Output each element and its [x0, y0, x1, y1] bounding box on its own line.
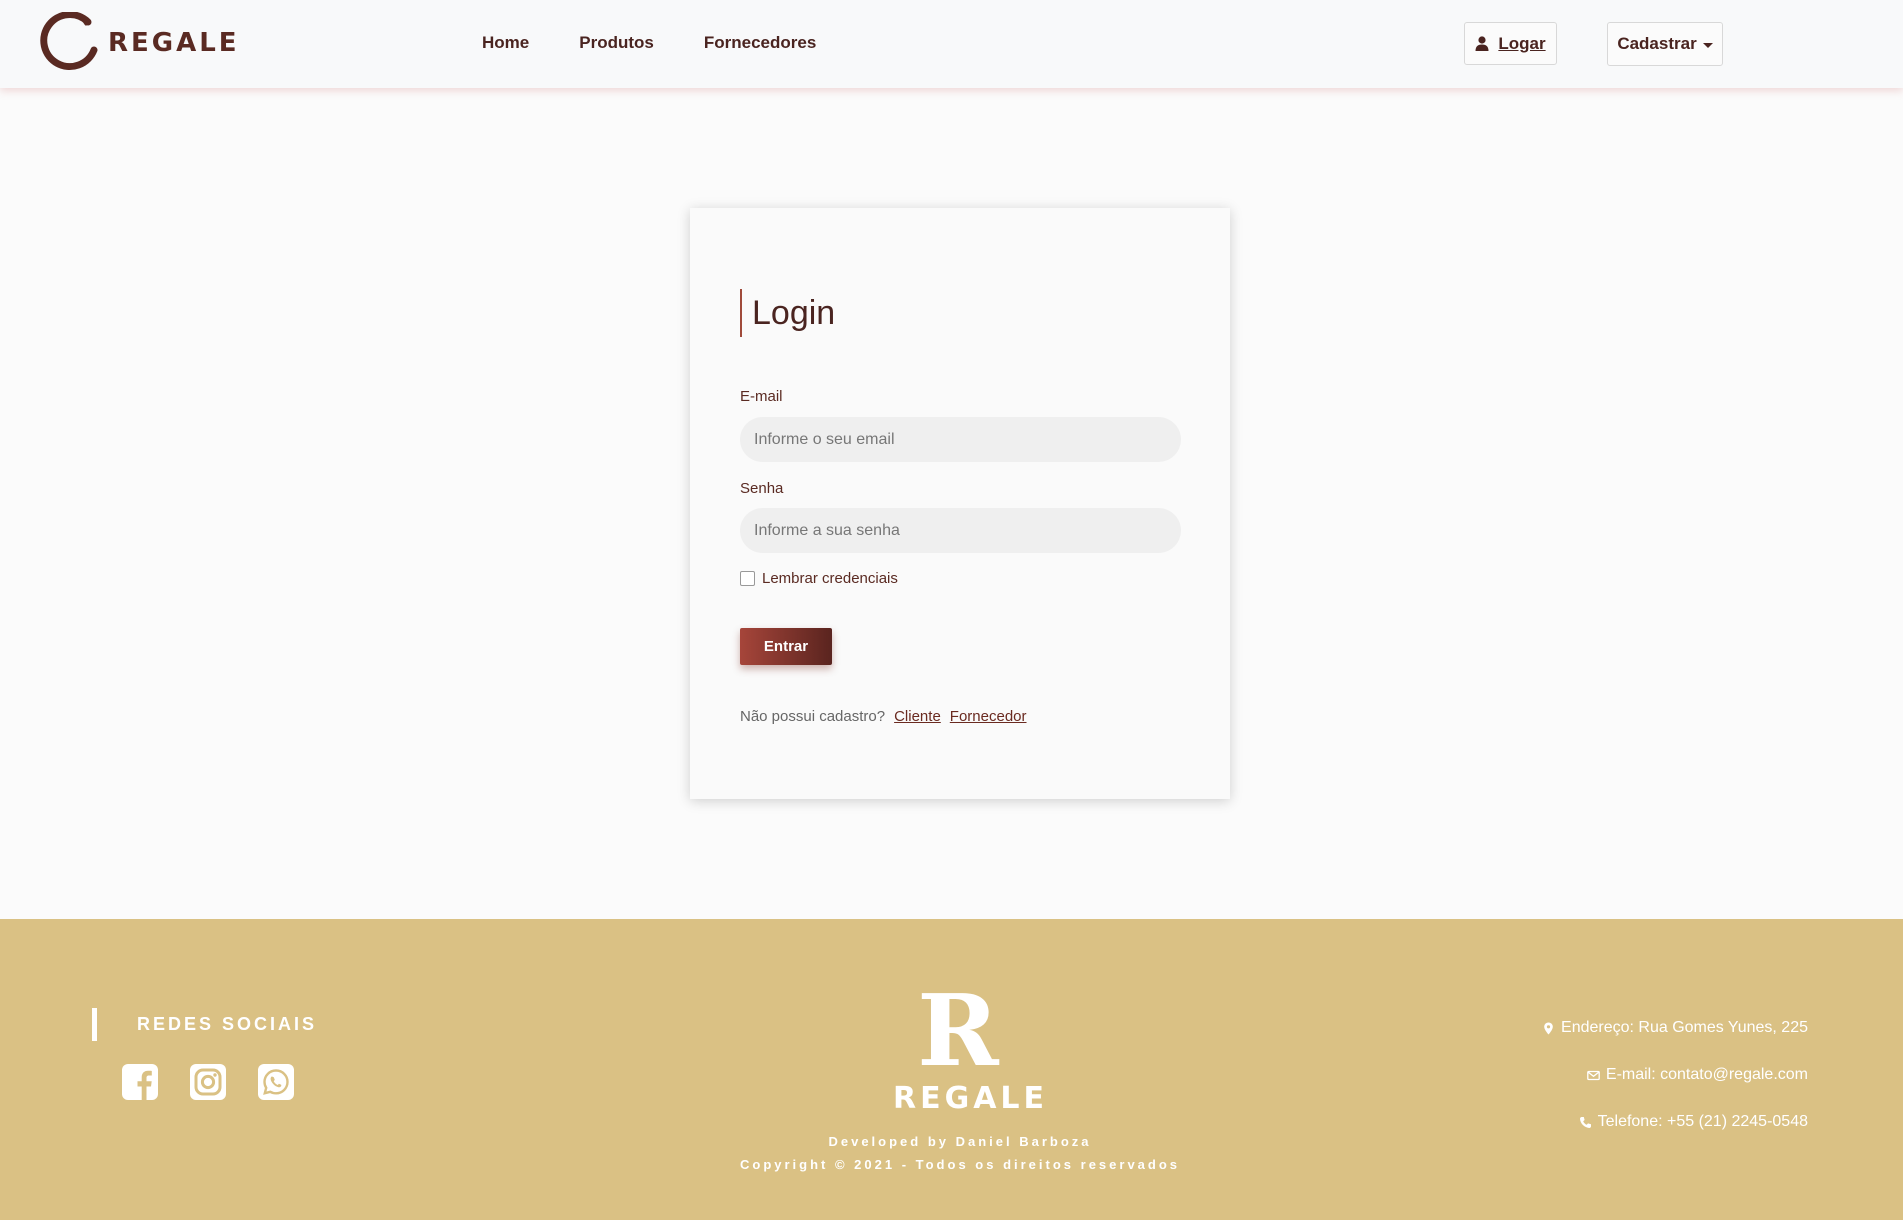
login-card: Login E-mail Senha Lembrar credenciais E… — [690, 208, 1230, 799]
developer-credit: Developed by Daniel Barboza — [828, 1134, 1092, 1149]
no-account-text: Não possui cadastro? — [740, 708, 886, 725]
nav-fornecedores[interactable]: Fornecedores — [704, 33, 816, 53]
address-text: Endereço: Rua Gomes Yunes, 225 — [1561, 1019, 1808, 1036]
contact-address: Endereço: Rua Gomes Yunes, 225 — [1542, 1019, 1808, 1037]
brand-logo[interactable]: REGALE — [38, 12, 240, 74]
facebook-icon[interactable] — [122, 1064, 158, 1100]
phone-text: Telefone: +55 (21) 2245-0548 — [1597, 1113, 1808, 1130]
logo-ring-icon — [40, 12, 98, 70]
signup-dropdown-label: Cadastrar — [1617, 34, 1697, 53]
email-label: E-mail — [740, 388, 783, 405]
location-pin-icon — [1544, 1022, 1553, 1034]
copyright-text: Copyright © 2021 - Todos os direitos res… — [739, 1157, 1181, 1172]
submit-login-button[interactable]: Entrar — [740, 628, 832, 665]
login-title: Login — [740, 289, 835, 337]
password-input[interactable] — [740, 508, 1181, 553]
brand-name: REGALE — [108, 28, 240, 58]
signup-client-link[interactable]: Cliente — [894, 708, 941, 725]
remember-checkbox[interactable] — [740, 571, 755, 586]
signup-dropdown[interactable]: Cadastrar — [1607, 22, 1723, 66]
contact-email: E-mail: contato@regale.com — [1587, 1066, 1808, 1084]
whatsapp-icon[interactable] — [258, 1064, 294, 1100]
main-nav: Home Produtos Fornecedores — [482, 33, 816, 53]
user-icon — [1475, 36, 1489, 51]
top-navbar: REGALE Home Produtos Fornecedores Logar … — [0, 0, 1903, 88]
nav-home[interactable]: Home — [482, 33, 529, 53]
signup-supplier-link[interactable]: Fornecedor — [950, 708, 1027, 725]
footer-logo-word: REGALE — [893, 1081, 1049, 1116]
signup-prompt: Não possui cadastro? Cliente Fornecedor — [740, 708, 1027, 725]
envelope-icon — [1587, 1070, 1600, 1080]
social-title: REDES SOCIAIS — [92, 1008, 317, 1041]
footer-logo: R REGALE — [893, 974, 1049, 1117]
login-button-label: Logar — [1498, 33, 1546, 53]
email-text: E-mail: contato@regale.com — [1605, 1066, 1808, 1083]
phone-icon — [1579, 1116, 1591, 1128]
remember-credentials[interactable]: Lembrar credenciais — [740, 570, 898, 587]
email-input[interactable] — [740, 417, 1181, 462]
instagram-icon[interactable] — [190, 1064, 226, 1100]
password-label: Senha — [740, 480, 784, 497]
contact-phone: Telefone: +55 (21) 2245-0548 — [1579, 1113, 1808, 1131]
remember-label: Lembrar credenciais — [762, 570, 898, 587]
footer-logo-letter: R — [917, 974, 999, 1089]
site-footer: REDES SOCIAIS R REGALE Developed by Dani… — [0, 919, 1903, 1220]
login-button[interactable]: Logar — [1464, 22, 1557, 65]
social-icons — [122, 1064, 294, 1100]
caret-down-icon — [1702, 42, 1713, 48]
nav-produtos[interactable]: Produtos — [579, 33, 654, 53]
